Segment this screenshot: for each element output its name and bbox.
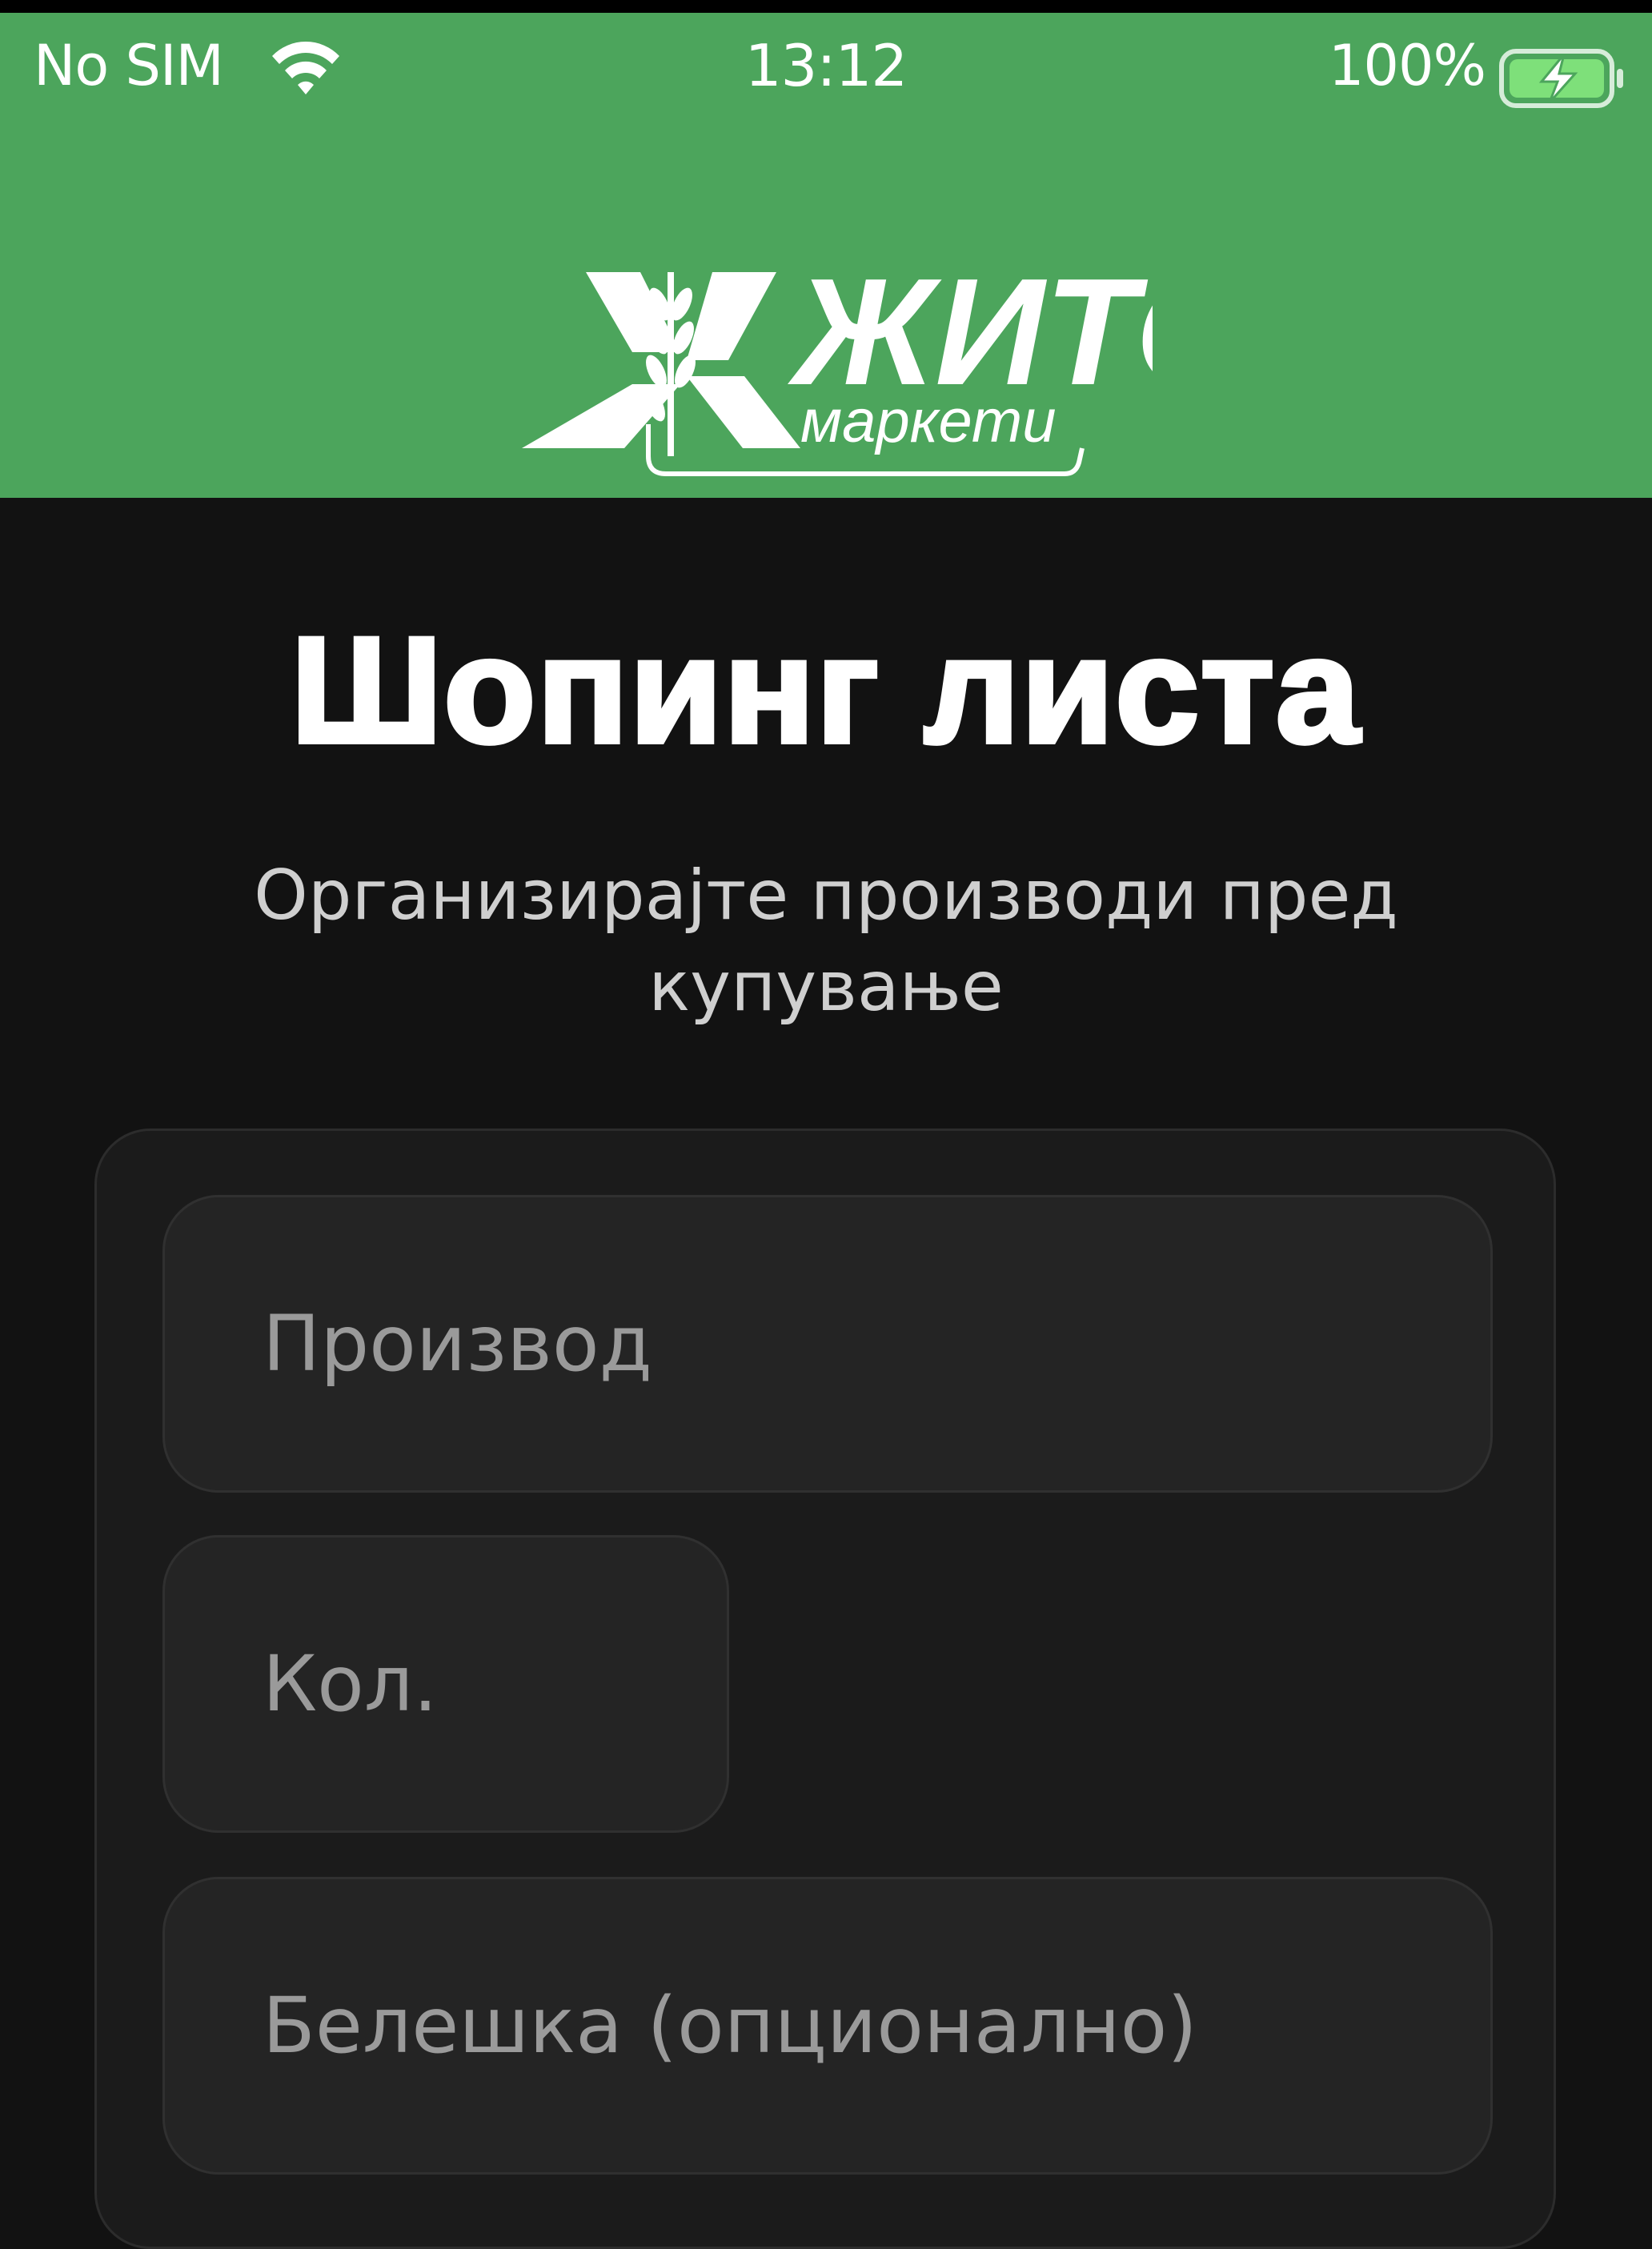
page-subtitle: Организирајте производи пред купување xyxy=(254,856,1398,1027)
add-item-card xyxy=(94,1129,1556,2249)
logo-subtext: маркети xyxy=(800,387,1057,455)
note-input[interactable] xyxy=(263,1981,1490,2071)
product-input[interactable] xyxy=(263,1299,1490,1389)
top-edge xyxy=(0,0,1652,13)
main-content: Шопинг листа Организирајте производи пре… xyxy=(0,498,1652,2249)
quantity-field[interactable] xyxy=(162,1535,729,1833)
quantity-input[interactable] xyxy=(263,1639,727,1729)
battery-charging-icon xyxy=(1499,49,1623,108)
status-bar: No SIM 13:12 100% xyxy=(0,13,1652,125)
note-field[interactable] xyxy=(162,1877,1493,2175)
product-field[interactable] xyxy=(162,1195,1493,1493)
battery-percentage: 100% xyxy=(1328,33,1486,98)
brand-logo: ЖИТО маркети xyxy=(522,264,1153,476)
page-title: Шопинг листа xyxy=(288,606,1361,774)
